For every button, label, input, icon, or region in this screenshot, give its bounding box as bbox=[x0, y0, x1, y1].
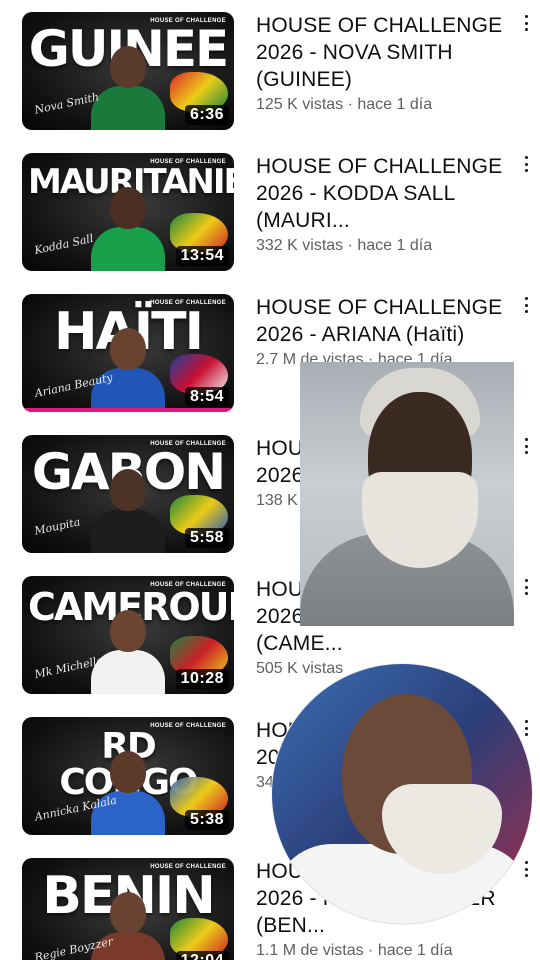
video-views: 125 K vistas bbox=[256, 96, 344, 113]
thumbnail-person bbox=[91, 608, 165, 694]
video-age: hace 1 día bbox=[357, 237, 433, 254]
person-body bbox=[91, 509, 165, 553]
person-head bbox=[110, 751, 146, 793]
video-duration: 12:04 bbox=[175, 951, 229, 960]
more-options-icon[interactable] bbox=[520, 153, 532, 175]
video-item[interactable]: HOUSE OF CHALLENGEGUINEENova Smith6:36 HO… bbox=[0, 0, 540, 141]
video-thumbnail[interactable]: HOUSE OF CHALLENGECAMEROUNMk Michelle10:… bbox=[22, 576, 234, 694]
thumbnail-signature: Kodda Sall bbox=[33, 231, 95, 258]
video-thumbnail[interactable]: HOUSE OF CHALLENGEGUINEENova Smith6:36 bbox=[22, 12, 234, 130]
video-duration: 8:54 bbox=[184, 387, 229, 407]
meta-separator: · bbox=[363, 942, 378, 959]
person-head bbox=[110, 187, 146, 229]
video-meta[interactable]: HOUSE OF CHALLENGE 2026 - KODDA SALL (MA… bbox=[256, 153, 518, 256]
thumbnail-signature: Moupita bbox=[33, 515, 82, 538]
watch-progress-bar bbox=[22, 408, 234, 412]
video-age: hace 1 día bbox=[357, 96, 433, 113]
more-options-icon[interactable] bbox=[520, 294, 532, 316]
overlay-photo-man-circle bbox=[272, 664, 532, 924]
video-stats: 1.1 M de vistas · hace 1 día bbox=[256, 941, 518, 960]
thumbnail-person bbox=[91, 44, 165, 130]
thumbnail-person bbox=[91, 326, 165, 412]
meta-separator: · bbox=[343, 96, 358, 113]
video-item[interactable]: HOUSE OF CHALLENGE MAURITANIE Kodda Sall 13… bbox=[0, 141, 540, 282]
video-meta[interactable]: HOUSE OF CHALLENGE 2026 - ARIANA (Haïti)… bbox=[256, 294, 518, 370]
video-duration: 5:38 bbox=[184, 810, 229, 830]
person-body bbox=[91, 227, 165, 271]
person-body bbox=[91, 86, 165, 130]
thumbnail-person bbox=[91, 749, 165, 835]
video-title[interactable]: HOUSE OF CHALLENGE 2026 - NOVA SMITH (GU… bbox=[256, 12, 518, 93]
video-duration: 5:58 bbox=[184, 528, 229, 548]
person-head bbox=[110, 46, 146, 88]
video-duration: 13:54 bbox=[175, 246, 229, 266]
video-stats: 332 K vistas · hace 1 día bbox=[256, 236, 518, 256]
video-thumbnail[interactable]: HOUSE OF CHALLENGERD CONGOAnnicka Kalala… bbox=[22, 717, 234, 835]
meta-separator: · bbox=[343, 237, 358, 254]
person-head bbox=[110, 610, 146, 652]
video-age: hace 1 día bbox=[377, 942, 453, 959]
more-options-icon[interactable] bbox=[520, 435, 532, 457]
video-thumbnail[interactable]: HOUSE OF CHALLENGE MAURITANIE Kodda Sall 13… bbox=[22, 153, 234, 271]
more-options-icon[interactable] bbox=[520, 12, 532, 34]
video-views: 332 K vistas bbox=[256, 237, 344, 254]
video-views: 1.1 M de vistas bbox=[256, 942, 364, 959]
video-stats: 125 K vistas · hace 1 día bbox=[256, 95, 518, 115]
video-meta[interactable]: HOUSE OF CHALLENGE 2026 - NOVA SMITH (GU… bbox=[256, 12, 518, 115]
more-options-icon[interactable] bbox=[520, 576, 532, 598]
video-thumbnail[interactable]: HOUSE OF CHALLENGEGABONMoupita5:58 bbox=[22, 435, 234, 553]
thumbnail-person bbox=[91, 185, 165, 271]
thumbnail-person bbox=[91, 467, 165, 553]
person-head bbox=[110, 469, 146, 511]
video-thumbnail[interactable]: HOUSE OF CHALLENGEBENINRegie Boyzzer12:0… bbox=[22, 858, 234, 960]
person-head bbox=[110, 328, 146, 370]
video-title[interactable]: HOUSE OF CHALLENGE 2026 - ARIANA (Haïti) bbox=[256, 294, 518, 348]
overlay-photo-man-gray-shirt bbox=[300, 362, 514, 626]
video-duration: 10:28 bbox=[175, 669, 229, 689]
person-head bbox=[110, 892, 146, 934]
video-duration: 6:36 bbox=[184, 105, 229, 125]
video-thumbnail[interactable]: HOUSE OF CHALLENGEHAÏTIAriana Beauty8:54 bbox=[22, 294, 234, 412]
video-views: 138 K bbox=[256, 492, 298, 509]
video-title[interactable]: HOUSE OF CHALLENGE 2026 - KODDA SALL (MA… bbox=[256, 153, 518, 234]
